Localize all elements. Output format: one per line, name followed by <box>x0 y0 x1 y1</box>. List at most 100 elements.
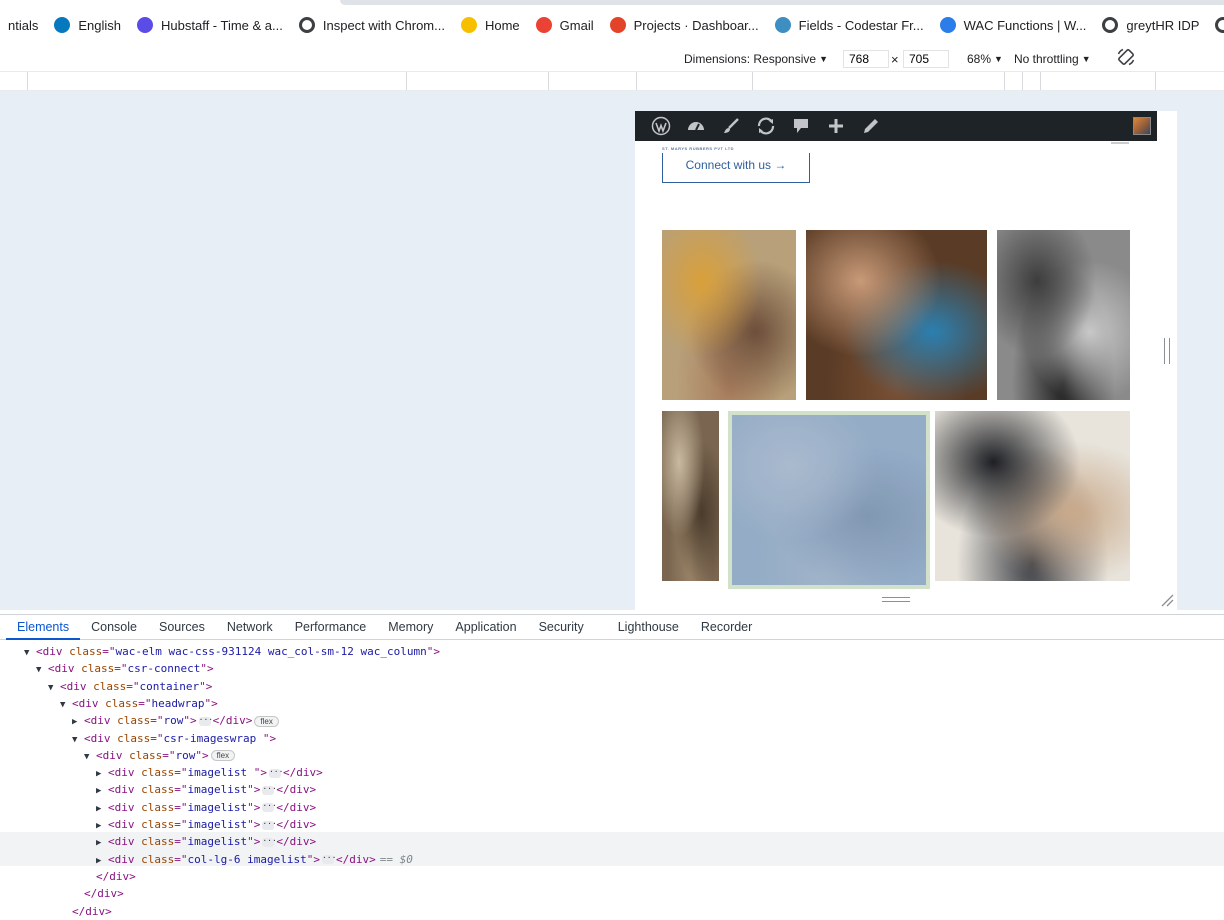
tab-recorder[interactable]: Recorder <box>690 615 763 640</box>
rotate-icon[interactable] <box>1116 48 1136 66</box>
expand-triangle-open-icon[interactable]: ▼ <box>48 680 60 697</box>
bookmark-item[interactable]: greytHR IDP <box>1094 11 1207 39</box>
flex-badge[interactable]: flex <box>210 750 236 762</box>
dom-node-line[interactable]: ▼ <div class="row"> flex <box>84 747 236 766</box>
tab-network[interactable]: Network <box>216 615 284 640</box>
globe-icon <box>1102 17 1119 33</box>
wordpress-logo-icon[interactable] <box>643 111 678 141</box>
dom-node-line[interactable]: </div> <box>60 903 112 920</box>
closing-tag: </div> <box>276 835 317 849</box>
tag-end: "> <box>195 748 209 762</box>
dom-node-line[interactable]: ▶ <div class="col-lg-6 imagelist"> ···</di… <box>96 851 413 868</box>
bookmark-item[interactable]: Home <box>453 11 528 39</box>
dimensions-dropdown[interactable]: Dimensions: Responsive ▼ <box>684 50 828 68</box>
tab-elements[interactable]: Elements <box>6 615 81 640</box>
tag-name-text: div <box>114 818 135 831</box>
customize-brush-icon[interactable] <box>713 111 748 141</box>
dom-node-line[interactable]: ▼ <div class="wac-elm wac-css-931124 wac_… <box>24 643 440 660</box>
wac-icon <box>939 17 956 33</box>
expand-triangle-open-icon[interactable]: ▼ <box>72 732 84 749</box>
bookmark-label: Projects · Dashboar... <box>633 17 759 33</box>
dom-node-line[interactable]: </div> <box>84 868 136 885</box>
dom-node-line[interactable]: ▶ <div class="imagelist"> ···</div> <box>96 799 316 816</box>
updates-refresh-icon[interactable] <box>748 111 783 141</box>
tag-name-text: div <box>54 662 75 676</box>
ellipsis-expand-icon[interactable]: ··· <box>321 854 336 865</box>
bookmark-item[interactable]: WAC Functions | W... <box>932 11 1095 39</box>
bookmark-item[interactable]: English <box>46 11 129 39</box>
dom-node-line[interactable]: ▶ <div class="imagelist"> ···</div> <box>96 816 316 833</box>
tab-sources[interactable]: Sources <box>148 615 216 640</box>
dom-node-line[interactable]: ▼ <div class="csr-connect"> <box>36 660 214 677</box>
attr-equals: =" <box>174 835 188 849</box>
dom-node-line[interactable]: ▼ <div class="container"> <box>48 678 212 695</box>
resize-handle-right[interactable] <box>1164 338 1170 364</box>
tab-application[interactable]: Application <box>444 615 527 640</box>
bookmark-label: greytHR IDP <box>1126 17 1200 33</box>
resize-handle-bottom[interactable] <box>882 597 910 602</box>
tab-performance[interactable]: Performance <box>284 615 378 640</box>
new-plus-icon[interactable] <box>818 111 853 141</box>
tag-end: "> <box>262 731 277 745</box>
dom-node-line[interactable]: ▼ <div class="headwrap"> <box>60 695 218 712</box>
bookmark-item[interactable]: Inspect with Chrom... <box>291 11 453 39</box>
user-avatar[interactable] <box>1133 117 1151 135</box>
connect-with-us-button[interactable]: Connect with us → <box>662 153 810 183</box>
closing-tag: </div> <box>84 887 124 901</box>
dom-node-line[interactable]: </div> <box>72 885 124 902</box>
width-input[interactable] <box>843 50 889 68</box>
tab-memory[interactable]: Memory <box>377 615 444 640</box>
bookmark-item[interactable]: ntials <box>0 11 46 39</box>
dom-node-line[interactable]: ▶ <div class="imagelist"> ···</div> <box>96 833 316 850</box>
comments-bubble-icon[interactable] <box>783 111 818 141</box>
bookmark-item[interactable]: Hubstaff - Time & a... <box>129 11 291 39</box>
expand-triangle-open-icon[interactable]: ▼ <box>60 697 72 714</box>
tag-name: <div <box>84 714 111 728</box>
ellipsis-expand-icon[interactable]: ··· <box>262 819 277 830</box>
photo-group-of-boys <box>935 411 1130 581</box>
bookmark-item[interactable]: Gmail <box>528 11 602 39</box>
zoom-dropdown[interactable]: 68% ▼ <box>967 50 1003 68</box>
dom-node-line[interactable]: ▶ <div class="row"> ···</div> flex <box>72 712 279 729</box>
ellipsis-expand-icon[interactable]: ··· <box>262 784 277 795</box>
closing-tag: </div> <box>282 766 323 780</box>
attribute-name: class <box>129 748 163 762</box>
tab-console[interactable]: Console <box>80 615 148 640</box>
attr-equals: =" <box>174 818 188 831</box>
dashboard-gauge-icon[interactable] <box>678 111 713 141</box>
resize-corner-icon[interactable] <box>1160 593 1174 607</box>
tag-name: <div <box>108 800 135 814</box>
tab-lighthouse[interactable]: Lighthouse <box>607 615 690 640</box>
height-input[interactable] <box>903 50 949 68</box>
tag-name-text: div <box>114 766 135 780</box>
expand-triangle-open-icon[interactable]: ▼ <box>24 645 36 662</box>
dom-node-line[interactable]: ▼ <div class="csr-imageswrap "> <box>72 730 276 747</box>
expand-triangle-open-icon[interactable]: ▼ <box>84 749 96 766</box>
edit-pencil-icon[interactable] <box>853 111 888 141</box>
attr-equals: =" <box>174 783 188 797</box>
wp-admin-bar <box>635 111 1157 141</box>
tab-security[interactable]: Security <box>528 615 595 640</box>
bookmark-item[interactable]: Fields - Codestar Fr... <box>767 11 932 39</box>
ellipsis-expand-icon[interactable]: ··· <box>198 715 213 726</box>
caret-down-icon: ▼ <box>819 54 828 64</box>
tag-end: "> <box>306 852 320 866</box>
tag-end: "> <box>199 679 213 693</box>
ellipsis-expand-icon[interactable]: ··· <box>262 836 277 847</box>
flex-badge[interactable]: flex <box>254 715 279 727</box>
throttling-dropdown[interactable]: No throttling ▼ <box>1014 50 1091 68</box>
attribute-name: class <box>69 645 103 658</box>
bookmark-label: WAC Functions | W... <box>963 17 1087 33</box>
tag-end: "> <box>204 696 218 710</box>
expand-triangle-open-icon[interactable]: ▼ <box>36 662 48 679</box>
dom-node-line[interactable]: ▶ <div class="imagelist "> ···</div> <box>96 764 323 781</box>
ellipsis-expand-icon[interactable]: ··· <box>262 802 277 813</box>
tag-name: <div <box>108 835 135 849</box>
bookmark-item[interactable]: Users Approv <box>1207 11 1224 39</box>
bookmark-label: English <box>78 17 121 33</box>
photo-smiling-children <box>806 230 987 400</box>
ellipsis-expand-icon[interactable]: ··· <box>268 767 283 778</box>
menu-toggle-icon[interactable] <box>1111 142 1129 144</box>
bookmark-item[interactable]: Projects · Dashboar... <box>602 11 767 39</box>
dom-node-line[interactable]: ▶ <div class="imagelist"> ···</div> <box>96 781 316 798</box>
